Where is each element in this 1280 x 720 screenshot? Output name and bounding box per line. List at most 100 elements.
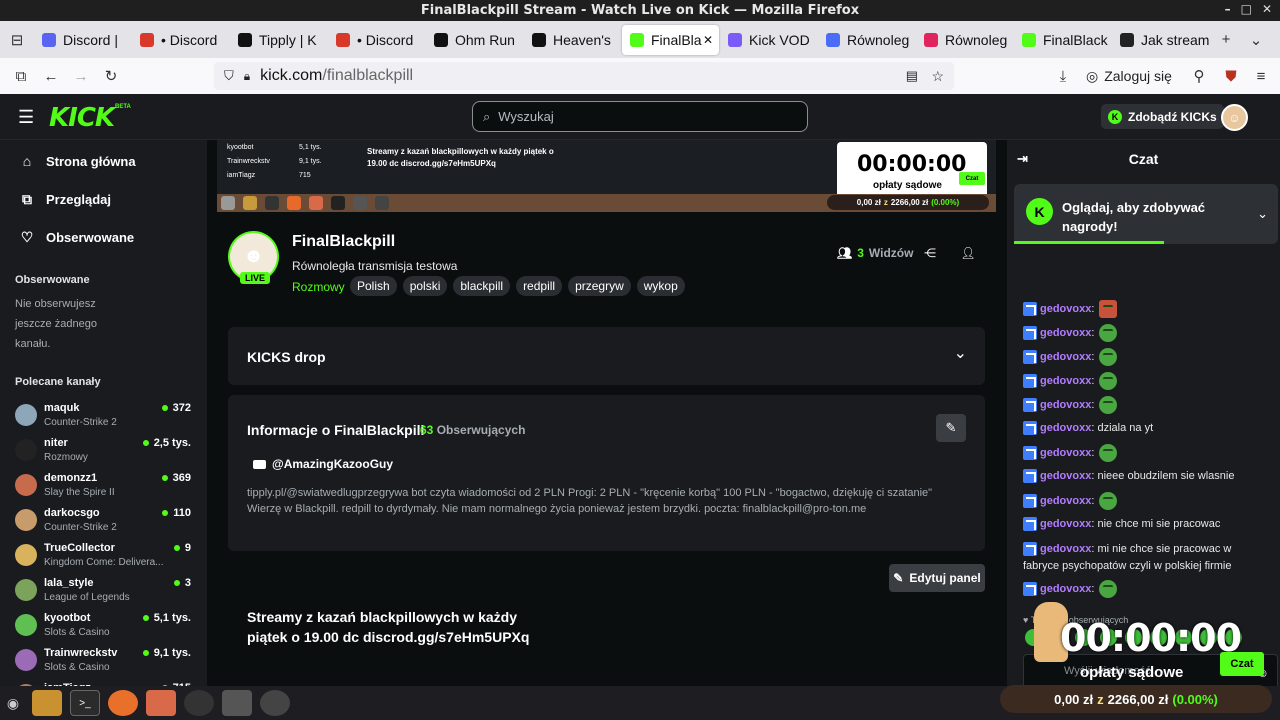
menu-icon[interactable]: ≡ xyxy=(1246,68,1276,85)
tab-9[interactable]: Równoleg xyxy=(916,25,1013,55)
tab-8[interactable]: Równoleg xyxy=(818,25,915,55)
steam-icon[interactable] xyxy=(222,690,252,716)
maximize-icon[interactable]: □ xyxy=(1241,2,1252,16)
new-tab-icon[interactable]: + xyxy=(1211,31,1241,48)
tag-chip[interactable]: Polish xyxy=(350,276,397,296)
tab-7[interactable]: Kick VOD xyxy=(720,25,817,55)
obs-icon[interactable] xyxy=(184,690,214,716)
chat-username[interactable]: gedovoxx xyxy=(1040,399,1091,411)
chat-username[interactable]: gedovoxx xyxy=(1040,543,1091,555)
tab-5[interactable]: Heaven's xyxy=(524,25,621,55)
close-icon[interactable]: ✕ xyxy=(1262,2,1272,16)
edit-about-button[interactable]: ✎ xyxy=(936,414,966,442)
tag-chip[interactable]: wykop xyxy=(636,276,685,296)
chat-username[interactable]: gedovoxx xyxy=(1040,495,1091,507)
chat-username[interactable]: gedovoxx xyxy=(1040,518,1091,530)
recommended-channel[interactable]: lala_style League of Legends 3 xyxy=(0,573,207,608)
forward-icon[interactable]: → xyxy=(66,68,96,85)
extensions-icon[interactable]: ⚲ xyxy=(1184,67,1214,85)
chat-username[interactable]: gedovoxx xyxy=(1040,351,1091,363)
kick-logo[interactable]: KICK xyxy=(49,103,115,133)
sidebar-toggle-icon[interactable]: ⧉ xyxy=(6,68,36,85)
overlay-czat-button[interactable]: Czat xyxy=(1220,652,1264,676)
ublock-icon[interactable]: ⛊ xyxy=(1216,68,1246,85)
sidebar-nav-item[interactable]: ⌂ Strona główna xyxy=(0,142,207,180)
chat-username[interactable]: gedovoxx xyxy=(1040,375,1091,387)
chat-username[interactable]: gedovoxx xyxy=(1040,583,1091,595)
back-icon[interactable]: ← xyxy=(36,68,66,85)
chat-username[interactable]: gedovoxx xyxy=(1040,470,1091,482)
firefox-icon[interactable] xyxy=(108,690,138,716)
sidebar-nav-item[interactable]: ⧉ Przeglądaj xyxy=(0,180,207,218)
channel-avatar-small xyxy=(15,439,37,461)
share-icon[interactable]: ⋲ xyxy=(921,244,939,262)
account-button[interactable]: ◎ Zaloguj się xyxy=(1086,68,1172,85)
chat-username[interactable]: gedovoxx xyxy=(1040,303,1091,315)
tab-list-icon[interactable]: ⌄ xyxy=(1241,31,1271,49)
chevron-down-icon[interactable]: ⌄ xyxy=(1257,206,1268,222)
tab-1[interactable]: • Discord xyxy=(132,25,229,55)
minimize-icon[interactable]: – xyxy=(1225,2,1231,16)
edit-panel-button[interactable]: ✎ Edytuj panel xyxy=(889,564,985,592)
chat-username[interactable]: gedovoxx xyxy=(1040,327,1091,339)
app-icon[interactable] xyxy=(146,690,176,716)
chevron-down-icon[interactable]: ⌄ xyxy=(954,343,967,363)
get-kicks-button[interactable]: K Zdobądź KICKs xyxy=(1101,104,1224,129)
follow-user-icon[interactable]: 👤︎ xyxy=(959,244,977,262)
tab-0[interactable]: Discord | xyxy=(34,25,131,55)
file-manager-icon[interactable] xyxy=(32,690,62,716)
hamburger-menu-icon[interactable]: ☰ xyxy=(18,107,34,128)
channel-avatar-small xyxy=(15,474,37,496)
search-input[interactable]: ⌕ Wyszukaj xyxy=(472,101,808,132)
app-menu-icon[interactable]: ◉ xyxy=(2,690,24,716)
tag-chip[interactable]: polski xyxy=(402,276,448,296)
tab-3[interactable]: • Discord xyxy=(328,25,425,55)
collapse-chat-icon[interactable]: ⇥ xyxy=(1017,151,1028,167)
app2-icon[interactable] xyxy=(260,690,290,716)
channel-avatar-small xyxy=(15,579,37,601)
stream-category[interactable]: Rozmowy xyxy=(292,280,345,294)
url-bar[interactable]: ⛉ 🔒︎ kick.com/finalblackpill ▤ ☆ xyxy=(214,62,954,90)
recommended-channel[interactable]: iamTiagz715 xyxy=(0,678,207,686)
user-avatar[interactable]: ☺ xyxy=(1221,104,1248,131)
reload-icon[interactable]: ↻ xyxy=(96,67,126,85)
video-player[interactable]: kyootbot 5,1 tys. Trainwreckstv 9,1 tys. iam… xyxy=(217,140,996,212)
shield-icon[interactable]: ⛉ xyxy=(224,68,234,84)
recommended-channel[interactable]: darkocsgo Counter-Strike 2 110 xyxy=(0,503,207,538)
tab-10[interactable]: FinalBlack xyxy=(1014,25,1111,55)
recommended-channel[interactable]: TrueCollector Kingdom Come: Delivera... 9 xyxy=(0,538,207,573)
channel-viewers: 372 xyxy=(161,402,191,414)
watch-rewards-banner[interactable]: K Oglądaj, aby zdobywać nagrody! ⌄ xyxy=(1014,184,1278,244)
tag-chip[interactable]: redpill xyxy=(516,276,563,296)
close-tab-icon[interactable]: ✕ xyxy=(703,33,713,47)
tab-overview-icon[interactable]: ⊟ xyxy=(0,31,34,49)
window-controls: – □ ✕ xyxy=(1225,2,1272,16)
recommended-channel[interactable]: maquk Counter-Strike 2 372 xyxy=(0,398,207,433)
chat-username[interactable]: gedovoxx xyxy=(1040,447,1091,459)
url-path: /finalblackpill xyxy=(322,67,414,84)
kicks-drop-panel[interactable]: KICKS drop ⌄ xyxy=(228,327,985,385)
left-sidebar: ⌂ Strona główna ⧉ Przeglądaj ♡ Obserwowane Ob… xyxy=(0,140,207,686)
bookmark-star-icon[interactable]: ☆ xyxy=(931,68,944,85)
tab-11[interactable]: Jak stream xyxy=(1112,25,1209,55)
terminal-icon[interactable]: >_ xyxy=(70,690,100,716)
tab-6[interactable]: FinalBla ✕ xyxy=(622,24,719,55)
tag-chip[interactable]: blackpill xyxy=(453,276,511,296)
downloads-icon[interactable]: ⤓ xyxy=(1048,68,1078,85)
recommended-channel[interactable]: kyootbot Slots & Casino 5,1 tys. xyxy=(0,608,207,643)
tab-2[interactable]: Tipply | K xyxy=(230,25,327,55)
reader-view-icon[interactable]: ▤ xyxy=(906,68,918,84)
channel-name[interactable]: FinalBlackpill xyxy=(292,233,395,251)
sidebar-nav-item[interactable]: ♡ Obserwowane xyxy=(0,218,207,256)
recommended-channel[interactable]: demonzz1 Slay the Spire II 369 xyxy=(0,468,207,503)
subscriber-badge-icon xyxy=(1023,469,1037,484)
recommended-channel[interactable]: Trainwreckstv Slots & Casino 9,1 tys. xyxy=(0,643,207,678)
youtube-link[interactable]: @AmazingKazooGuy xyxy=(253,457,393,471)
live-dot-icon xyxy=(142,440,149,446)
tag-chip[interactable]: przegryw xyxy=(568,276,631,296)
discord-icon xyxy=(140,32,154,47)
player-fee-target: 2266,00 zł xyxy=(890,198,929,207)
chat-username[interactable]: gedovoxx xyxy=(1040,422,1091,434)
tab-4[interactable]: Ohm Run xyxy=(426,25,523,55)
recommended-channel[interactable]: niter Rozmowy 2,5 tys. xyxy=(0,433,207,468)
